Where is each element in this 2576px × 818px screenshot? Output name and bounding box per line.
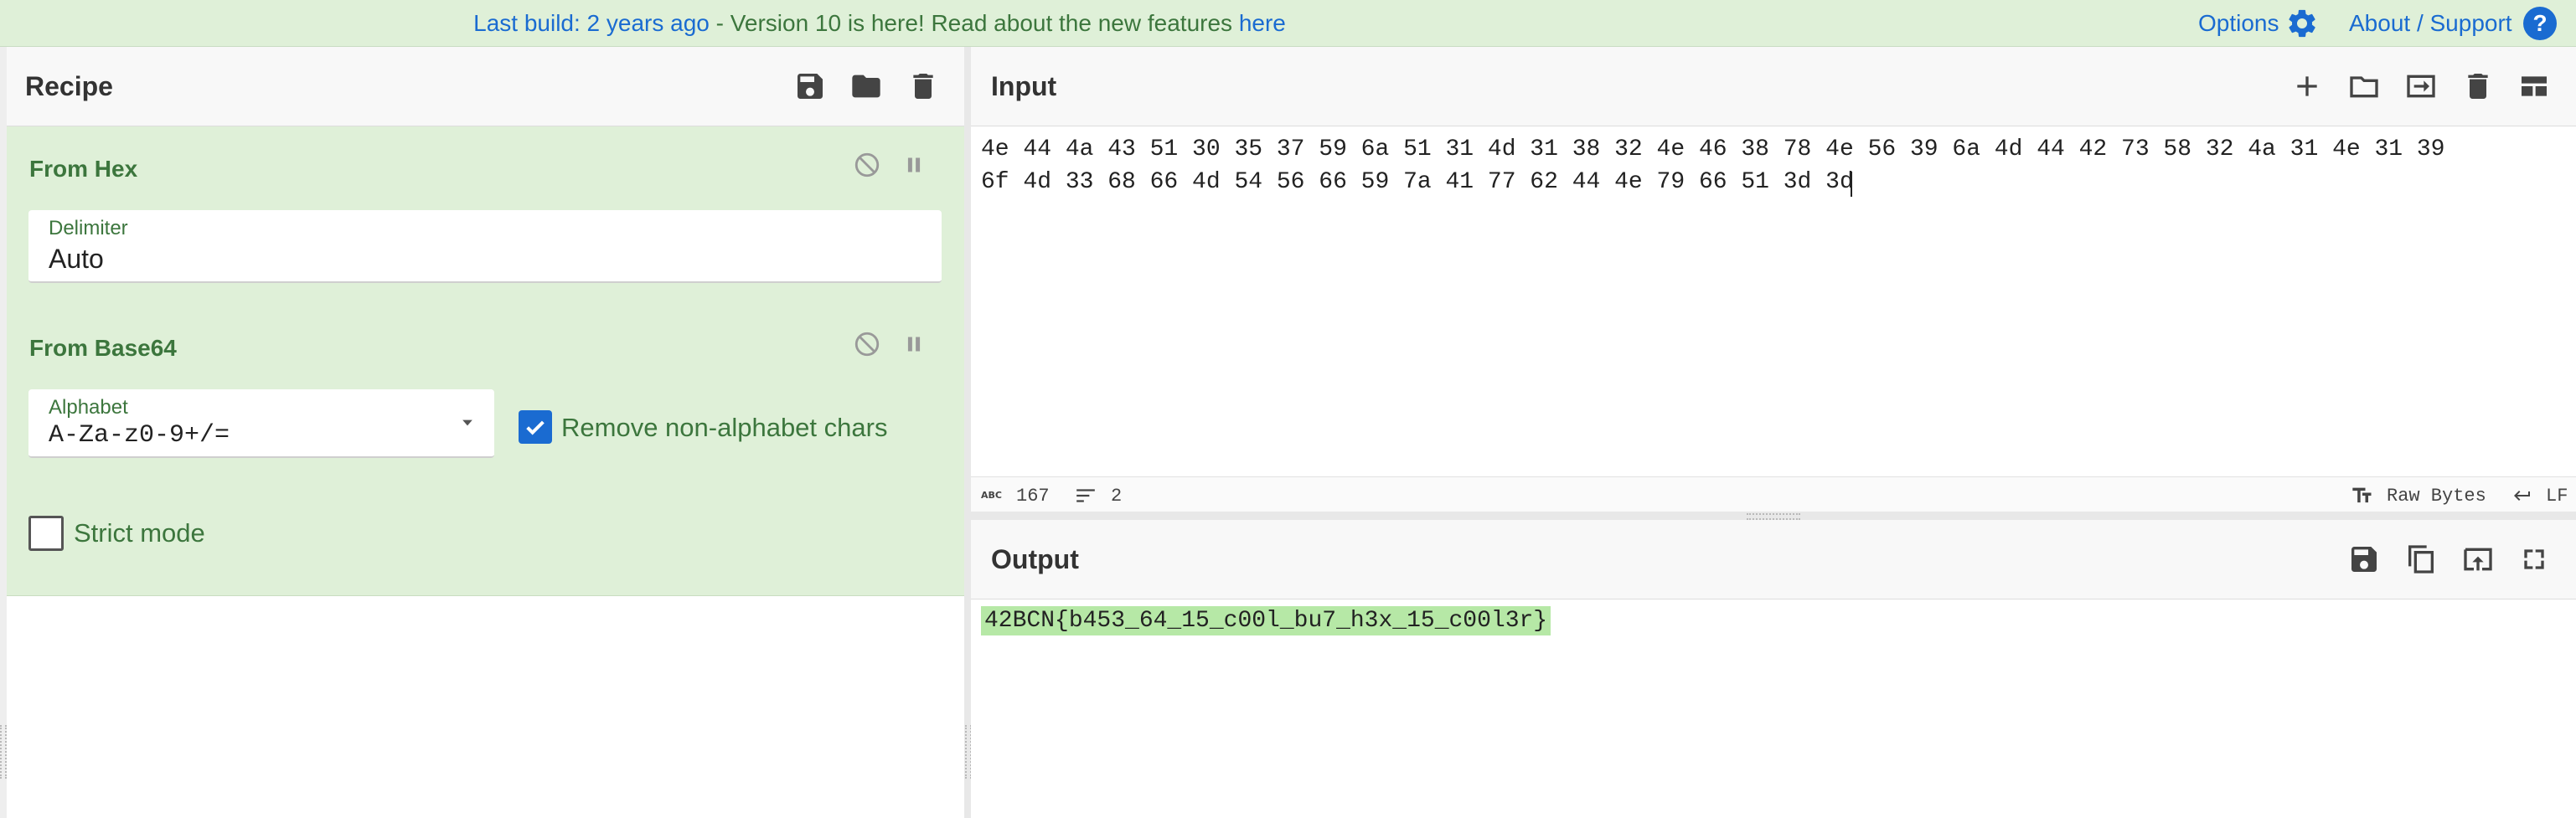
io-resize-grip[interactable] bbox=[1747, 513, 1800, 520]
operation-title: From Base64 bbox=[29, 335, 177, 361]
trash-icon[interactable] bbox=[906, 69, 940, 103]
alphabet-label: Alphabet bbox=[49, 396, 128, 419]
text-cursor bbox=[1851, 172, 1852, 197]
remove-non-alphabet-label[interactable]: Remove non-alphabet chars bbox=[561, 413, 887, 443]
text-length-icon: ABC bbox=[981, 490, 1002, 501]
pause-icon[interactable] bbox=[900, 151, 928, 179]
folder-icon[interactable] bbox=[2347, 69, 2381, 103]
lines-icon bbox=[1076, 489, 1095, 502]
features-link[interactable]: here bbox=[1239, 10, 1286, 36]
delimiter-value[interactable]: Auto bbox=[49, 244, 104, 275]
disable-icon[interactable] bbox=[853, 151, 881, 179]
save-icon[interactable] bbox=[2347, 543, 2381, 576]
disable-icon[interactable] bbox=[853, 330, 881, 358]
svg-text:ABC: ABC bbox=[981, 490, 1002, 501]
check-icon bbox=[526, 420, 545, 435]
output-text: 42BCN{b453_64_15_c00l_bu7_h3x_15_c00l3r} bbox=[981, 606, 1551, 635]
save-icon[interactable] bbox=[793, 69, 827, 103]
help-icon[interactable]: ? bbox=[2523, 7, 2557, 40]
remove-non-alphabet-checkbox[interactable] bbox=[519, 410, 552, 444]
about-support-link[interactable]: About / Support bbox=[2349, 0, 2512, 46]
delimiter-label: Delimiter bbox=[49, 217, 128, 239]
input-length: 167 bbox=[1016, 486, 1050, 507]
options-link[interactable]: Options bbox=[2198, 0, 2279, 46]
encoding-selector[interactable]: Raw Bytes bbox=[2387, 486, 2486, 507]
left-edge bbox=[0, 47, 7, 818]
font-icon[interactable] bbox=[2350, 484, 2375, 507]
output-header: Output bbox=[971, 520, 2576, 599]
alphabet-value: A-Za-z0-9+/= bbox=[49, 421, 230, 450]
gear-icon[interactable] bbox=[2285, 7, 2319, 40]
output-title: Output bbox=[991, 544, 1079, 574]
file-import-icon[interactable] bbox=[2404, 69, 2438, 103]
recipe-header: Recipe bbox=[7, 47, 964, 126]
input-title: Input bbox=[991, 71, 1057, 101]
panel-divider[interactable] bbox=[964, 47, 971, 818]
eol-selector[interactable]: LF bbox=[2546, 486, 2568, 507]
pause-icon[interactable] bbox=[900, 330, 928, 358]
maximize-icon[interactable] bbox=[2517, 543, 2551, 576]
folder-icon[interactable] bbox=[849, 69, 883, 103]
input-line: 6f 4d 33 68 66 4d 54 56 66 59 7a 41 77 6… bbox=[981, 169, 1854, 195]
dropdown-arrow-icon[interactable] bbox=[459, 414, 476, 431]
input-header: Input bbox=[971, 47, 2576, 126]
plus-icon[interactable] bbox=[2290, 69, 2324, 103]
replace-input-icon[interactable] bbox=[2461, 543, 2495, 576]
left-resize-grip[interactable] bbox=[0, 725, 7, 779]
delimiter-field[interactable]: Delimiter Auto bbox=[28, 210, 942, 283]
input-status-bar: ABC 167 2 Raw Bytes LF bbox=[971, 476, 2576, 512]
operation-from-base64: From Base64 Alphabet A-Za-z0-9+/= Remove… bbox=[7, 306, 964, 596]
layout-icon[interactable] bbox=[2517, 69, 2551, 103]
top-banner: Last build: 2 years ago - Version 10 is … bbox=[0, 0, 2576, 47]
strict-mode-checkbox[interactable] bbox=[28, 516, 64, 551]
input-line: 4e 44 4a 43 51 30 35 37 59 6a 51 31 4d 3… bbox=[981, 136, 2445, 162]
operation-from-hex: From Hex Delimiter Auto bbox=[7, 126, 964, 306]
eol-icon[interactable] bbox=[2511, 486, 2534, 506]
banner-message: Last build: 2 years ago - Version 10 is … bbox=[0, 0, 1759, 46]
input-textarea[interactable]: 4e 44 4a 43 51 30 35 37 59 6a 51 31 4d 3… bbox=[971, 126, 2576, 476]
output-textarea[interactable]: 42BCN{b453_64_15_c00l_bu7_h3x_15_c00l3r} bbox=[971, 599, 2576, 818]
recipe-title: Recipe bbox=[25, 71, 113, 101]
input-line-count: 2 bbox=[1111, 486, 1123, 507]
banner-text: - Version 10 is here! Read about the new… bbox=[709, 10, 1239, 36]
operation-title: From Hex bbox=[29, 156, 138, 182]
alphabet-select[interactable]: Alphabet A-Za-z0-9+/= bbox=[28, 389, 494, 458]
copy-icon[interactable] bbox=[2404, 543, 2438, 576]
last-build-link[interactable]: Last build: 2 years ago bbox=[473, 10, 710, 36]
strict-mode-label[interactable]: Strict mode bbox=[74, 518, 205, 548]
trash-icon[interactable] bbox=[2461, 69, 2495, 103]
